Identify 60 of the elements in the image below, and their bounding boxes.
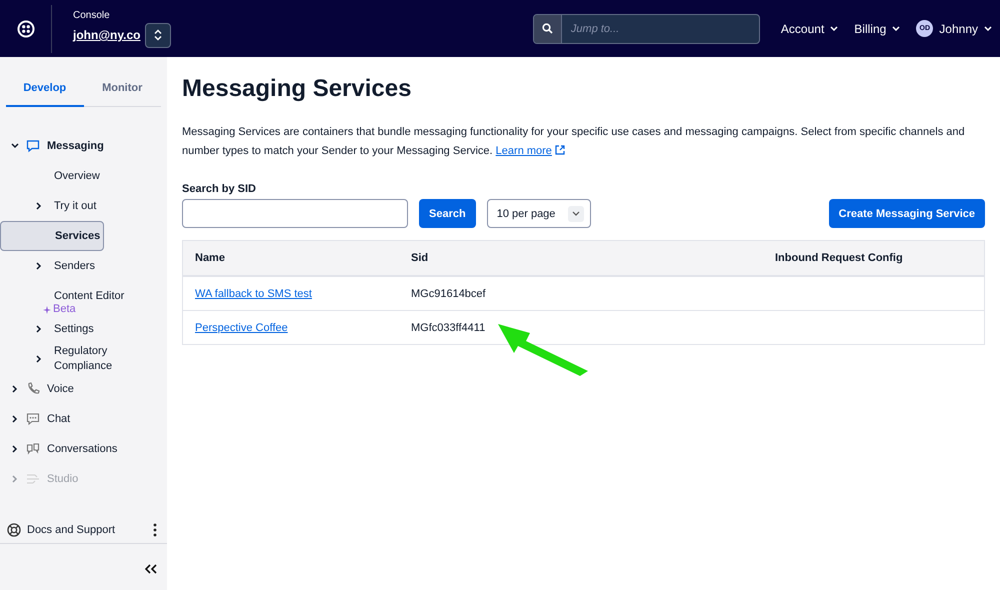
speech-bubbles-icon xyxy=(26,442,40,456)
nav-item[interactable]: Regulatory Compliance xyxy=(54,344,138,374)
nav-item[interactable]: Voice xyxy=(47,383,74,395)
nav-item[interactable]: Settings xyxy=(54,322,138,336)
sid-cell: MGfc033ff4411 xyxy=(411,322,486,334)
nav-item[interactable]: Messaging xyxy=(47,140,104,152)
external-link-icon xyxy=(554,145,565,155)
chevron-down-icon[interactable] xyxy=(11,142,19,150)
menu-button[interactable]: Billing xyxy=(854,22,900,36)
logo-icon[interactable] xyxy=(16,20,34,38)
sidebar-tab[interactable]: Monitor xyxy=(84,75,161,107)
service-name-link[interactable]: Perspective Coffee xyxy=(195,322,288,334)
column-header: Name xyxy=(182,240,399,276)
account-link[interactable]: john@ny.co xyxy=(73,28,140,42)
caret-icon xyxy=(572,211,580,216)
search-icon xyxy=(542,23,553,34)
chevron-right-icon[interactable] xyxy=(11,385,19,393)
page-size-select[interactable]: 10 per page xyxy=(486,199,591,228)
account-switcher-button[interactable] xyxy=(145,22,172,48)
create-messaging-service-button[interactable]: Create Messaging Service xyxy=(828,199,985,228)
chevron-right-icon[interactable] xyxy=(35,325,43,333)
sid-input-field[interactable] xyxy=(182,199,408,228)
page-title: Messaging Services xyxy=(182,75,412,103)
chevron-right-icon[interactable] xyxy=(11,415,19,423)
column-header: Sid xyxy=(399,240,763,276)
nav-item[interactable]: Chat xyxy=(47,413,70,425)
sidebar-tab[interactable]: Develop xyxy=(6,75,84,107)
search-button[interactable]: Search xyxy=(419,199,476,228)
console-label: Console xyxy=(73,10,111,20)
nav-item[interactable]: Try it out xyxy=(54,198,138,214)
column-header: Inbound Request Config xyxy=(763,240,984,276)
chevron-right-icon[interactable] xyxy=(35,262,43,270)
page-description: Messaging Services are containers that bundle messaging functionality for your specific use cases and messaging campaigns. Select from specific channels and number types to match your Sender to your Messaging Service. Learn more xyxy=(182,125,966,159)
caret-icon xyxy=(830,26,838,31)
chat-bubble-icon xyxy=(26,139,40,153)
menu-button[interactable]: Account xyxy=(780,22,838,36)
service-name-link[interactable]: WA fallback to SMS test xyxy=(195,288,312,300)
collapse-icon[interactable] xyxy=(145,564,157,574)
chevron-right-icon[interactable] xyxy=(11,445,19,453)
nav-item[interactable]: Conversations xyxy=(47,443,118,455)
chevron-right-icon[interactable] xyxy=(35,202,43,210)
learn-more-link[interactable]: Learn more xyxy=(496,145,552,157)
jump-search-box[interactable]: Jump to... xyxy=(532,14,760,44)
caret-icon xyxy=(984,26,992,31)
chevron-right-icon[interactable] xyxy=(35,355,43,363)
sid-cell: MGc91614bcef xyxy=(411,288,486,300)
nav-item[interactable]: Senders xyxy=(54,258,138,274)
chat-bubble-icon xyxy=(26,412,40,426)
beta-badge: Beta xyxy=(0,303,79,316)
jump-search-field[interactable]: Jump to... xyxy=(562,14,759,42)
search-by-sid-label: Search by SID xyxy=(182,183,257,195)
flow-icon xyxy=(26,472,40,486)
lifebuoy-icon xyxy=(7,523,21,537)
more-icon[interactable] xyxy=(153,523,157,537)
nav-item[interactable]: Overview xyxy=(54,168,138,184)
up-down-chevron-icon xyxy=(154,29,162,41)
nav-item[interactable]: Content Editor xyxy=(54,288,138,304)
caret-icon xyxy=(892,26,900,31)
docs-and-support-link[interactable]: Docs and Support xyxy=(27,524,147,536)
phone-icon xyxy=(26,382,40,396)
